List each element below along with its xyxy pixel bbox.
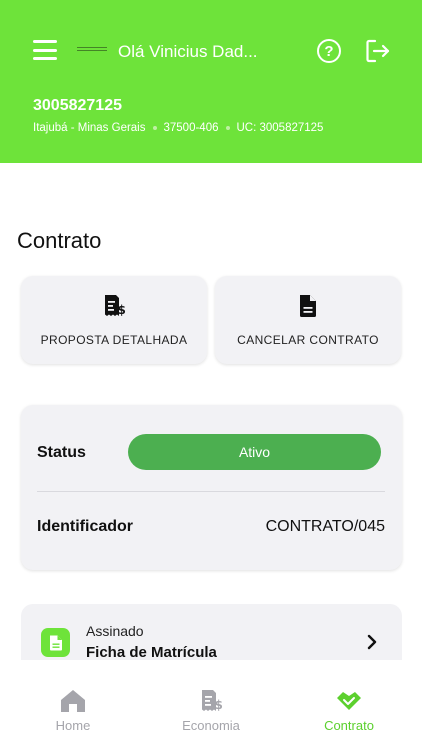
document-name: Ficha de Matrícula	[86, 644, 217, 660]
page-title: Contrato	[17, 228, 102, 253]
svg-text:$: $	[215, 698, 223, 712]
separator-dot	[152, 126, 157, 130]
hamburger-menu-icon[interactable]	[33, 40, 57, 60]
logout-icon[interactable]	[365, 38, 391, 64]
help-circle-icon[interactable]: ?	[317, 39, 341, 63]
nav-item-contrato[interactable]: Contrato	[279, 660, 419, 750]
separator-dot	[225, 126, 230, 130]
document-icon	[300, 295, 316, 317]
proposta-detalhada-button[interactable]: $ PROPOSTA DETALHADA	[21, 276, 207, 364]
document-status: Assinado	[86, 623, 144, 639]
cancelar-contrato-button[interactable]: CANCELAR CONTRATO	[215, 276, 401, 364]
nav-label-home: Home	[55, 718, 91, 733]
company-logo	[77, 44, 107, 54]
uc-label-text: UC: 3005827125	[236, 122, 324, 134]
nav-item-economia[interactable]: $ Economia	[141, 660, 281, 750]
document-list-item[interactable]: Assinado Ficha de Matrícula	[21, 604, 402, 660]
nav-label-economia: Economia	[182, 718, 240, 733]
contract-info-card: Status Ativo Identificador CONTRATO/045	[21, 405, 402, 570]
status-badge: Ativo	[128, 434, 381, 470]
svg-text:$: $	[118, 303, 126, 317]
status-label: Status	[37, 444, 86, 461]
city-text: Itajubá - Minas Gerais	[33, 122, 146, 134]
divider	[37, 491, 385, 492]
bottom-navigation: Home $ Economia Contrato	[0, 660, 422, 750]
nav-label-contrato: Contrato	[324, 718, 374, 733]
uc-number: 3005827125	[33, 97, 122, 114]
address-line: Itajubá - Minas Gerais 37500-406 UC: 300…	[33, 122, 323, 134]
proposta-detalhada-label: PROPOSTA DETALHADA	[40, 333, 188, 347]
app-header: Olá Vinicius Dad... ? 3005827125 Itajubá…	[0, 0, 422, 163]
cancelar-contrato-label: CANCELAR CONTRATO	[237, 333, 379, 347]
identifier-value: CONTRATO/045	[265, 518, 385, 535]
nav-item-home[interactable]: Home	[3, 660, 143, 750]
home-icon	[61, 690, 85, 712]
receipt-dollar-icon: $	[202, 690, 223, 712]
cep-text: 37500-406	[163, 122, 219, 134]
identifier-label: Identificador	[37, 518, 134, 535]
user-greeting: Olá Vinicius Dad...	[118, 42, 258, 61]
document-icon	[41, 628, 70, 657]
receipt-dollar-icon: $	[105, 295, 126, 317]
chevron-right-icon	[367, 634, 377, 650]
handshake-icon	[337, 692, 361, 710]
